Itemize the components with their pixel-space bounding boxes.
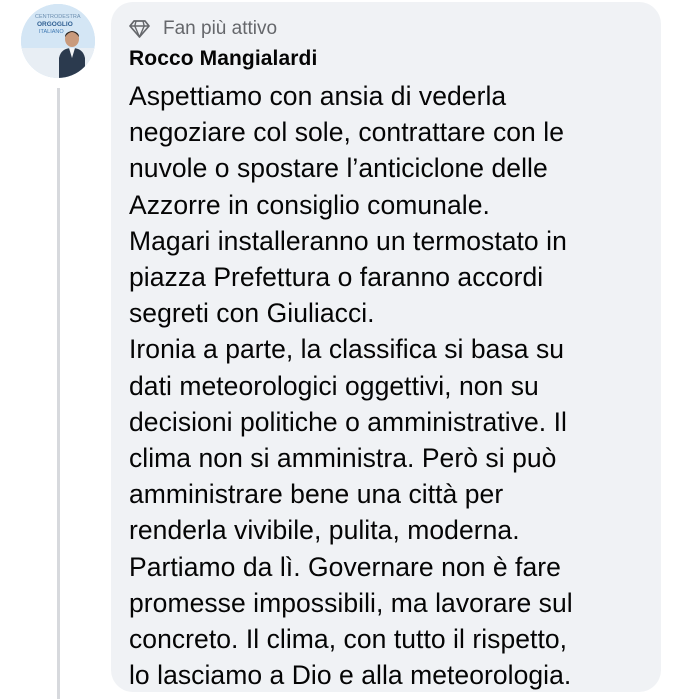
diamond-icon [129,19,151,39]
comment-bubble: Fan più attivo Rocco Mangialardi Aspetti… [111,2,661,692]
top-fan-badge: Fan più attivo [129,16,661,42]
svg-text:CENTRODESTRA: CENTRODESTRA [35,14,81,20]
avatar-image: CENTRODESTRA ORGOGLIO ITALIANO [21,4,95,78]
svg-text:ORGOGLIO: ORGOGLIO [37,21,73,28]
author-avatar[interactable]: CENTRODESTRA ORGOGLIO ITALIANO [21,4,95,78]
badge-label: Fan più attivo [163,18,278,39]
svg-text:ITALIANO: ITALIANO [39,29,64,35]
reply-thread-line [57,88,60,699]
comment-text: Aspettiamo con ansia di vederla negoziar… [129,81,573,691]
comment-author-name[interactable]: Rocco Mangialardi [129,46,661,72]
